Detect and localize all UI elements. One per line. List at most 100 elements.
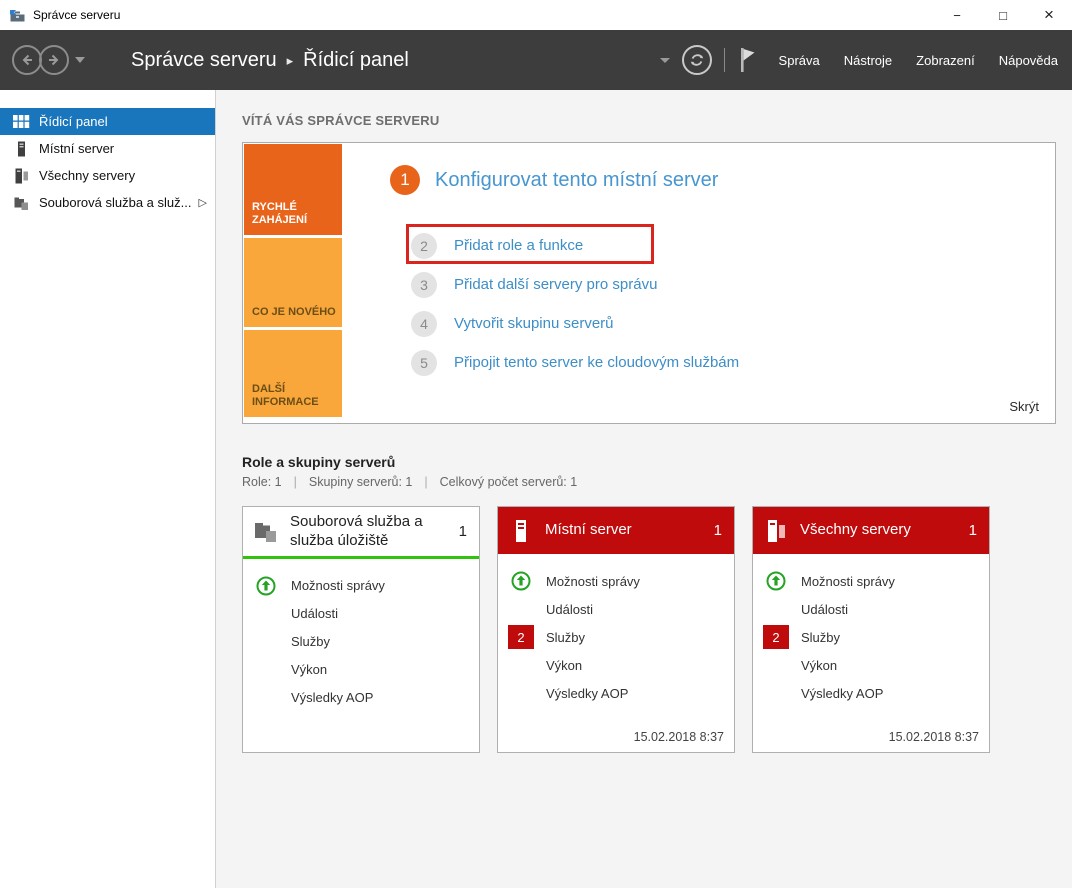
- roles-section-title: Role a skupiny serverů: [242, 454, 1072, 470]
- sidebar-item-local-server[interactable]: Místní server: [0, 135, 215, 162]
- file-storage-services-icon: [13, 195, 30, 211]
- sidebar-item-label: Souborová služba a služ...: [39, 195, 191, 210]
- forward-button[interactable]: [39, 45, 69, 75]
- row-manageability[interactable]: Možnosti správy: [498, 567, 734, 595]
- category-quick-start[interactable]: RYCHLÉ ZAHÁJENÍ: [244, 144, 342, 235]
- row-services[interactable]: 2 Služby: [498, 623, 734, 651]
- sidebar-item-all-servers[interactable]: Všechny servery: [0, 162, 215, 189]
- row-events[interactable]: Události: [753, 595, 989, 623]
- services-alert-badge[interactable]: 2: [763, 625, 789, 649]
- tile-count: 1: [969, 522, 977, 539]
- step-label[interactable]: Přidat další servery pro správu: [454, 276, 657, 293]
- welcome-header: VÍTÁ VÁS SPRÁVCE SERVERU: [242, 113, 1072, 128]
- row-label: Události: [546, 602, 593, 617]
- local-server-icon: [13, 141, 30, 157]
- step-label[interactable]: Připojit tento server ke cloudovým služb…: [454, 354, 739, 371]
- menu-nastroje[interactable]: Nástroje: [844, 53, 892, 68]
- content-area: Řídicí panel Místní server Všechny serve…: [0, 90, 1072, 888]
- sidebar-item-dashboard[interactable]: Řídicí panel: [0, 108, 215, 135]
- row-manageability[interactable]: Možnosti správy: [753, 567, 989, 595]
- row-bpa-results[interactable]: Výsledky AOP: [243, 684, 479, 712]
- row-events[interactable]: Události: [498, 595, 734, 623]
- step-configure-local-server[interactable]: 1 Konfigurovat tento místní server: [390, 165, 1055, 195]
- row-services[interactable]: Služby: [243, 628, 479, 656]
- tile-rows: Možnosti správy Události 2 Služby Vý: [753, 554, 989, 707]
- step-add-other-servers[interactable]: 3 Přidat další servery pro správu: [411, 265, 1055, 304]
- server-groups-count: Skupiny serverů: 1: [309, 475, 413, 489]
- dashboard-grid-icon: [13, 114, 30, 130]
- window-title: Správce serveru: [33, 8, 120, 22]
- sidebar-item-file-storage-services[interactable]: Souborová služba a služ... ▷: [0, 189, 215, 216]
- welcome-tile: RYCHLÉ ZAHÁJENÍ CO JE NOVÉHO DALŠÍ INFOR…: [242, 142, 1056, 424]
- maximize-button[interactable]: □: [980, 0, 1026, 30]
- title-bar: Správce serveru − □ ×: [0, 0, 1072, 30]
- row-bpa-results[interactable]: Výsledky AOP: [498, 679, 734, 707]
- step-number: 5: [411, 350, 437, 376]
- row-label: Výkon: [291, 662, 327, 677]
- tile-header[interactable]: Místní server 1: [498, 507, 734, 554]
- row-label: Události: [801, 602, 848, 617]
- tile-timestamp: 15.02.2018 8:37: [889, 730, 979, 744]
- close-button[interactable]: ×: [1026, 0, 1072, 30]
- category-whats-new[interactable]: CO JE NOVÉHO: [244, 238, 342, 327]
- menu-sprava[interactable]: Správa: [779, 53, 820, 68]
- tile-file-storage-services: Souborová služba a služba úložiště 1: [242, 506, 480, 753]
- tile-rows: Možnosti správy Události 2 Služby Vý: [498, 554, 734, 707]
- tile-rows: Možnosti správy Události Služby Výk: [243, 559, 479, 712]
- row-events[interactable]: Události: [243, 600, 479, 628]
- sidebar-item-label: Místní server: [39, 141, 114, 156]
- tile-title: Místní server: [545, 521, 632, 540]
- manageability-up-arrow-icon: [766, 571, 786, 591]
- step-label[interactable]: Konfigurovat tento místní server: [435, 169, 718, 192]
- breadcrumb-root[interactable]: Správce serveru: [131, 49, 277, 72]
- row-label: Výkon: [546, 658, 582, 673]
- row-bpa-results[interactable]: Výsledky AOP: [753, 679, 989, 707]
- row-label: Výsledky AOP: [291, 690, 373, 705]
- services-alert-badge[interactable]: 2: [508, 625, 534, 649]
- step-add-roles-features[interactable]: 2 Přidat role a funkce: [411, 226, 1055, 265]
- row-manageability[interactable]: Možnosti správy: [243, 572, 479, 600]
- back-button[interactable]: [12, 45, 42, 75]
- breadcrumb-separator-icon: ▸: [287, 51, 294, 69]
- row-label: Možnosti správy: [291, 578, 385, 593]
- history-dropdown-caret-icon[interactable]: [75, 57, 85, 63]
- tile-title: Všechny servery: [800, 521, 911, 540]
- breadcrumb-current[interactable]: Řídicí panel: [303, 49, 409, 72]
- expand-arrow-icon[interactable]: ▷: [199, 196, 207, 209]
- counter-separator: |: [294, 475, 297, 489]
- refresh-button[interactable]: [682, 45, 712, 75]
- step-label[interactable]: Vytvořit skupinu serverů: [454, 315, 614, 332]
- row-performance[interactable]: Výkon: [753, 651, 989, 679]
- row-label: Možnosti správy: [801, 574, 895, 589]
- roles-count: Role: 1: [242, 475, 282, 489]
- step-number: 4: [411, 311, 437, 337]
- welcome-categories: RYCHLÉ ZAHÁJENÍ CO JE NOVÉHO DALŠÍ INFOR…: [243, 143, 343, 423]
- tile-header[interactable]: Všechny servery 1: [753, 507, 989, 554]
- refresh-icon: [688, 51, 706, 69]
- menu-napoveda[interactable]: Nápověda: [999, 53, 1058, 68]
- row-performance[interactable]: Výkon: [498, 651, 734, 679]
- local-server-icon: [508, 519, 534, 543]
- step-number: 3: [411, 272, 437, 298]
- row-services[interactable]: 2 Služby: [753, 623, 989, 651]
- tile-all-servers: Všechny servery 1 Možnosti správy: [752, 506, 990, 753]
- row-label: Služby: [291, 634, 330, 649]
- notifications-flag-icon[interactable]: [737, 46, 757, 74]
- main-panel: VÍTÁ VÁS SPRÁVCE SERVERU RYCHLÉ ZAHÁJENÍ…: [216, 90, 1072, 888]
- menu-zobrazeni[interactable]: Zobrazení: [916, 53, 975, 68]
- step-number: 2: [411, 233, 437, 259]
- row-performance[interactable]: Výkon: [243, 656, 479, 684]
- tile-timestamp: 15.02.2018 8:37: [634, 730, 724, 744]
- tile-header[interactable]: Souborová služba a služba úložiště 1: [243, 507, 479, 559]
- hide-link[interactable]: Skrýt: [1009, 399, 1039, 414]
- refresh-dropdown-caret-icon[interactable]: [660, 58, 670, 63]
- tile-local-server: Místní server 1 Možnosti správy: [497, 506, 735, 753]
- minimize-button[interactable]: −: [934, 0, 980, 30]
- step-create-server-group[interactable]: 4 Vytvořit skupinu serverů: [411, 304, 1055, 343]
- step-connect-cloud-services[interactable]: 5 Připojit tento server ke cloudovým slu…: [411, 343, 1055, 382]
- sidebar: Řídicí panel Místní server Všechny serve…: [0, 90, 216, 888]
- category-learn-more[interactable]: DALŠÍ INFORMACE: [244, 330, 342, 417]
- tile-title: Souborová služba a služba úložiště: [290, 513, 459, 551]
- step-label[interactable]: Přidat role a funkce: [454, 237, 583, 254]
- step-number: 1: [390, 165, 420, 195]
